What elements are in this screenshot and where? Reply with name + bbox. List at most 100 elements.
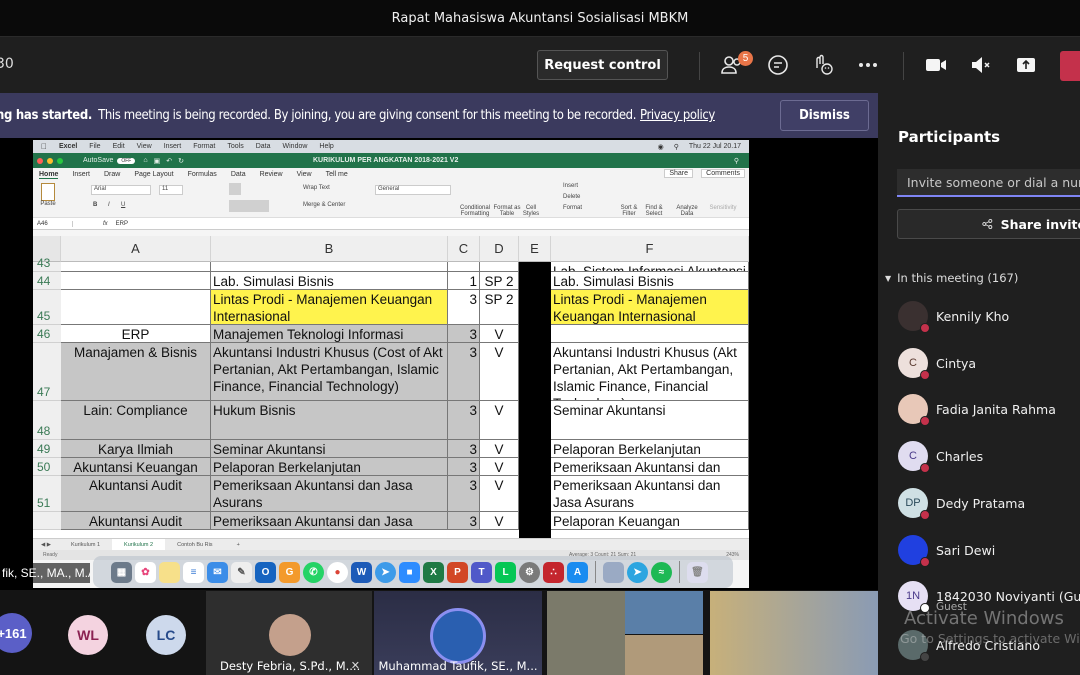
cell-d[interactable]: V xyxy=(480,325,519,343)
participant-item[interactable]: C Charles xyxy=(898,439,1080,473)
row-header[interactable]: 44 xyxy=(33,272,61,290)
save-icon[interactable]: ▣ xyxy=(154,157,161,165)
menu-insert[interactable]: Insert xyxy=(164,143,182,150)
spreadsheet-grid[interactable]: A B C D E F 43 Lab. Sistem Informasi Akun… xyxy=(33,236,749,538)
tab-draw[interactable]: Draw xyxy=(104,171,120,178)
cell-a[interactable]: Lain: Compliance xyxy=(61,401,211,440)
cell-f[interactable]: Pelaporan Keuangan xyxy=(551,512,749,530)
font-name-select[interactable]: Arial xyxy=(91,185,151,195)
menu-help[interactable]: Help xyxy=(319,143,333,150)
participant-item[interactable]: Fadia Janita Rahma xyxy=(898,392,1080,426)
video-tile-camera[interactable] xyxy=(710,591,878,675)
cell-b[interactable]: Hukum Bisnis xyxy=(211,401,448,440)
italic-button[interactable]: I xyxy=(108,202,110,208)
cell-c[interactable]: 3 xyxy=(448,440,480,458)
cell-a[interactable]: Akuntansi Audit xyxy=(61,512,211,530)
safari-icon[interactable]: ➤ xyxy=(375,561,396,583)
participant-item[interactable]: Kennily Kho xyxy=(898,299,1080,333)
in-meeting-section[interactable]: ▼ In this meeting (167) xyxy=(885,271,1018,285)
conditional-formatting-button[interactable]: Conditional Formatting xyxy=(459,205,491,217)
cell-b[interactable]: Pemeriksaan Akuntansi dan Jasa Asurans xyxy=(211,476,448,512)
cell-a[interactable]: Manajamen & Bisnis xyxy=(61,343,211,401)
cell-c[interactable]: 3 xyxy=(448,401,480,440)
maximize-window-icon[interactable] xyxy=(57,157,63,164)
row-header[interactable]: 51 xyxy=(33,476,61,512)
cell-f[interactable]: Lab. Sistem Informasi Akuntansi xyxy=(551,262,749,272)
cell-c[interactable]: 3 xyxy=(448,458,480,476)
cell-a[interactable]: ERP xyxy=(61,325,211,343)
font-size-select[interactable]: 11 xyxy=(159,185,183,195)
cell-c[interactable]: 3 xyxy=(448,476,480,512)
delete-cells-button[interactable]: Delete xyxy=(563,194,580,200)
cell-f[interactable]: Akuntansi Industri Khusus (Akt Pertanian… xyxy=(551,343,749,401)
menu-file[interactable]: File xyxy=(89,143,100,150)
menu-tools[interactable]: Tools xyxy=(227,143,243,150)
notes-icon[interactable] xyxy=(159,561,180,583)
cell-d[interactable] xyxy=(480,262,519,272)
close-window-icon[interactable] xyxy=(37,157,43,164)
menu-view[interactable]: View xyxy=(137,143,152,150)
cell-d[interactable]: V xyxy=(480,512,519,530)
menu-excel[interactable]: Excel xyxy=(59,143,77,150)
teams-icon[interactable]: T xyxy=(471,561,492,583)
participant-item[interactable]: 1N1842030 Noviyanti (Guest)Guest xyxy=(898,579,1080,613)
tab-view[interactable]: View xyxy=(297,171,312,178)
cell-d[interactable]: SP 2 xyxy=(480,272,519,290)
tab-tell-me[interactable]: Tell me xyxy=(326,171,348,178)
tab-formulas[interactable]: Formulas xyxy=(188,171,217,178)
textedit-icon[interactable]: ✎ xyxy=(231,561,252,583)
request-control-button[interactable]: Request control xyxy=(537,50,668,80)
format-cells-button[interactable]: Format xyxy=(563,205,582,211)
word-icon[interactable]: W xyxy=(351,561,372,583)
spotify-icon[interactable]: ≈ xyxy=(651,561,672,583)
row-header[interactable] xyxy=(33,512,61,530)
invite-input[interactable]: Invite someone or dial a number xyxy=(897,169,1080,197)
video-tile-camera[interactable] xyxy=(625,591,703,634)
formula-input[interactable]: ERP xyxy=(116,221,128,227)
sheet-tab[interactable]: Kurikulum 1 xyxy=(59,542,112,548)
powerpoint-icon[interactable]: P xyxy=(447,561,468,583)
bold-button[interactable]: B xyxy=(93,202,97,208)
leave-button[interactable] xyxy=(1060,51,1080,81)
menu-window[interactable]: Window xyxy=(283,143,308,150)
find-select-button[interactable]: Find & Select xyxy=(643,205,665,217)
wrap-text-button[interactable]: Wrap Text xyxy=(303,185,330,191)
system-preferences-icon[interactable]: ⚙ xyxy=(519,561,540,583)
cell-c[interactable]: 3 xyxy=(448,325,480,343)
align-top-button[interactable] xyxy=(229,183,241,195)
menu-data[interactable]: Data xyxy=(256,143,271,150)
align-center-button[interactable] xyxy=(229,200,269,212)
speaker-muted-icon[interactable] xyxy=(967,51,995,79)
cell-b[interactable]: Pemeriksaan Akuntansi dan Jasa Asurans xyxy=(211,512,448,530)
participant-item[interactable]: Alfredo Cristiano xyxy=(898,628,1080,662)
sheet-tab-active[interactable]: Kurikulum 2 xyxy=(112,538,166,551)
participant-item[interactable]: DP Dedy Pratama xyxy=(898,486,1080,520)
column-header-c[interactable]: C xyxy=(448,236,480,262)
insert-cells-button[interactable]: Insert xyxy=(563,183,578,189)
participant-item[interactable]: Sari Dewi xyxy=(898,533,1080,567)
cell-b[interactable]: Lab. Simulasi Bisnis xyxy=(211,272,448,290)
column-header-e[interactable]: E xyxy=(519,236,551,262)
comments-button[interactable]: Comments xyxy=(701,169,745,178)
cell-b[interactable] xyxy=(211,262,448,272)
pdf-app-icon[interactable]: G xyxy=(279,561,300,583)
cell-a[interactable] xyxy=(61,290,211,325)
cell-f[interactable]: Pelaporan Berkelanjutan xyxy=(551,440,749,458)
row-header[interactable]: 49 xyxy=(33,440,61,458)
add-sheet-icon[interactable]: + xyxy=(225,542,252,548)
underline-button[interactable]: U xyxy=(121,202,125,208)
redo-icon[interactable]: ↻ xyxy=(178,157,184,165)
video-tile-muhammad[interactable]: Muhammad Taufik, SE., M... xyxy=(374,591,542,675)
cell-a[interactable] xyxy=(61,272,211,290)
row-header[interactable]: 47 xyxy=(33,343,61,401)
video-tile-camera[interactable] xyxy=(547,591,625,675)
cell-c[interactable] xyxy=(448,262,480,272)
row-header[interactable]: 45 xyxy=(33,290,61,325)
cell-b[interactable]: Akuntansi Industri Khusus (Cost of Akt P… xyxy=(211,343,448,401)
mail-icon[interactable]: ✉ xyxy=(207,561,228,583)
share-tray-icon[interactable] xyxy=(1012,51,1040,79)
autosave-toggle[interactable]: OFF xyxy=(117,157,136,164)
sheet-tab[interactable]: Contoh Bu Ris xyxy=(165,542,224,548)
tab-home[interactable]: Home xyxy=(39,171,59,179)
merge-center-button[interactable]: Merge & Center xyxy=(303,202,345,208)
